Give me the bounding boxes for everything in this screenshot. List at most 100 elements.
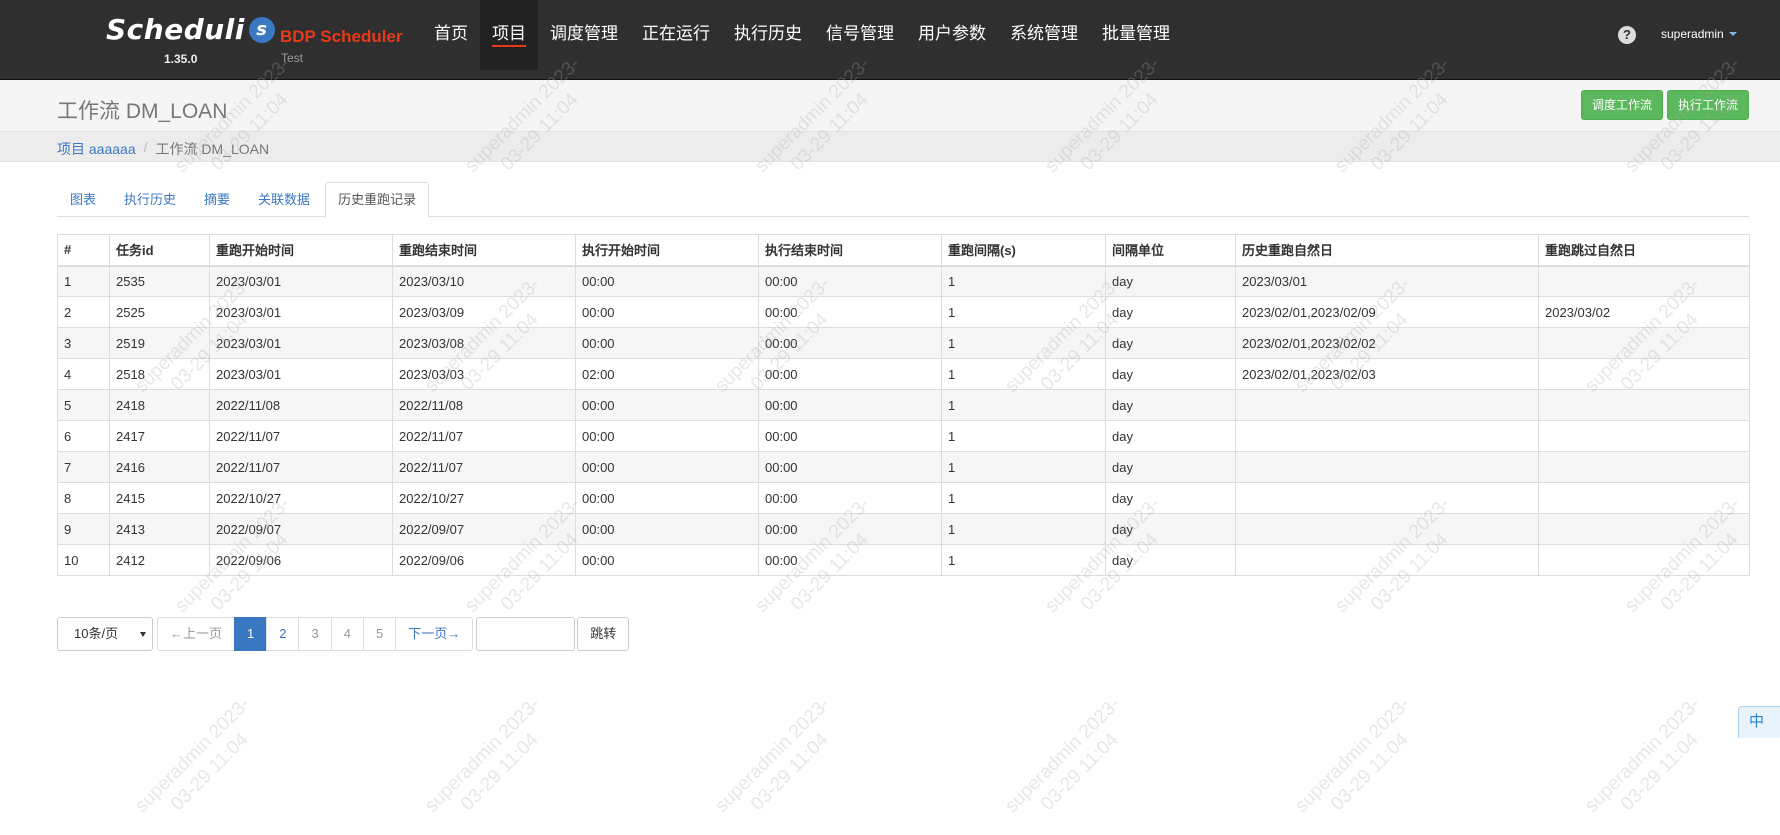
table-cell: 2412 (109, 544, 210, 576)
schedule-flow-button[interactable]: 调度工作流 (1581, 90, 1664, 120)
table-cell: day (1105, 327, 1236, 359)
table-cell: day (1105, 389, 1236, 421)
page-header: 工作流 DM_LOAN (0, 80, 1780, 131)
table-cell: 00:00 (758, 482, 942, 514)
table-cell: 00:00 (758, 389, 942, 421)
table-cell: 2418 (109, 389, 210, 421)
breadcrumb-bar: 项目 aaaaaa / 工作流 DM_LOAN (0, 131, 1780, 162)
flow-tabs: 图表 执行历史 摘要 关联数据 历史重跑记录 (57, 182, 1749, 218)
ime-indicator[interactable]: 中 (1738, 706, 1780, 738)
table-row: 3 2519 2023/03/01 2023/03/08 00:00 00:00 1 day 2… (57, 327, 1750, 359)
table-cell (1235, 513, 1539, 545)
main-nav: 首页 项目 调度管理 正在运行 执行历史 信号管理 用户参数 系统管理 批量管理 (422, 0, 1182, 70)
table-row: 4 2518 2023/03/01 2023/03/03 02:00 00:00 1 day 2… (57, 358, 1750, 390)
column-header[interactable]: 执行结束时间 (758, 234, 942, 267)
table-cell: 2023/02/01,2023/02/03 (1235, 358, 1539, 390)
nav-item[interactable]: 系统管理 (998, 0, 1090, 70)
column-header[interactable]: 重跑开始时间 (209, 234, 393, 267)
nav-item[interactable]: 用户参数 (906, 0, 998, 70)
table-cell: day (1105, 420, 1236, 452)
rerun-history-table: # 任务id 重跑开始时间 重跑结束时间 执行开始时间 执行结束时间 重跑间隔(s) 间隔单位… (57, 234, 1750, 576)
page-link[interactable]: 1 (234, 617, 268, 651)
nav-item[interactable]: 执行历史 (722, 0, 814, 70)
page-link[interactable]: 3 (298, 617, 332, 651)
nav-item[interactable]: 首页 (422, 0, 480, 70)
table-cell (1538, 389, 1750, 421)
table-cell: 2023/03/10 (392, 265, 576, 297)
column-header[interactable]: 间隔单位 (1105, 234, 1236, 267)
table-cell: 00:00 (575, 265, 759, 297)
column-header[interactable]: 任务id (109, 234, 210, 267)
table-cell: 8 (57, 482, 110, 514)
tab[interactable]: 摘要 (191, 182, 243, 217)
page-link[interactable]: 2 (266, 617, 300, 651)
table-cell: 2022/09/06 (209, 544, 393, 576)
nav-item[interactable]: 项目 (480, 0, 538, 70)
table-cell: 2417 (109, 420, 210, 452)
table-cell: 2415 (109, 482, 210, 514)
tab[interactable]: 执行历史 (111, 182, 189, 217)
table-cell: day (1105, 544, 1236, 576)
watermark-line: superadmin 2023- (1581, 693, 1705, 817)
table-cell: day (1105, 513, 1236, 545)
page-size-value: 10条/页 (74, 626, 119, 641)
table-row: 5 2418 2022/11/08 2022/11/08 00:00 00:00 1 day (57, 389, 1750, 421)
nav-item[interactable]: 信号管理 (814, 0, 906, 70)
jump-button[interactable]: 跳转 (577, 617, 630, 651)
user-menu[interactable]: superadmin (1661, 27, 1737, 41)
table-row: 6 2417 2022/11/07 2022/11/07 00:00 00:00 1 day (57, 420, 1750, 452)
table-cell: 1 (941, 513, 1106, 545)
next-page-link[interactable]: 下一页→ (395, 617, 474, 651)
prev-page-link[interactable]: ←上一页 (157, 617, 236, 651)
nav-item-label: 执行历史 (734, 24, 802, 43)
table-row: 2 2525 2023/03/01 2023/03/09 00:00 00:00 1 day 2… (57, 296, 1750, 328)
page-link[interactable]: 4 (330, 617, 364, 651)
column-header[interactable]: 重跑结束时间 (392, 234, 576, 267)
watermark-line: superadmin 2023- (131, 693, 255, 817)
nav-item[interactable]: 批量管理 (1090, 0, 1182, 70)
watermark-text: superadmin 2023- 03-29 11:04 (420, 693, 562, 835)
jump-page-input[interactable] (476, 617, 576, 651)
table-cell: 1 (941, 420, 1106, 452)
table-cell: 2022/10/27 (209, 482, 393, 514)
table-cell: 02:00 (575, 358, 759, 390)
app-logo[interactable]: Scheduli s 1.35.0 (106, 13, 275, 66)
table-cell: 2023/03/02 (1538, 296, 1750, 328)
table-cell: 6 (57, 420, 110, 452)
table-cell: 2518 (109, 358, 210, 390)
table-cell (1235, 420, 1539, 452)
breadcrumb-project-link[interactable]: 项目 aaaaaa (57, 139, 136, 159)
column-header[interactable]: # (57, 234, 110, 267)
table-cell: 1 (941, 389, 1106, 421)
watermark-text: superadmin 2023- 03-29 11:04 (130, 693, 272, 835)
logo-text: Scheduli (106, 13, 245, 46)
watermark-line: 03-29 11:04 (166, 729, 253, 815)
table-cell: 1 (941, 265, 1106, 297)
column-header[interactable]: 重跑跳过自然日 (1538, 234, 1750, 267)
table-cell (1538, 420, 1750, 452)
brand-subtitle: Test (281, 51, 304, 65)
table-cell: 2416 (109, 451, 210, 483)
tab[interactable]: 图表 (57, 182, 109, 217)
column-header[interactable]: 历史重跑自然日 (1235, 234, 1539, 267)
column-header[interactable]: 执行开始时间 (575, 234, 759, 267)
tab[interactable]: 关联数据 (245, 182, 323, 217)
column-header[interactable]: 重跑间隔(s) (941, 234, 1106, 267)
table-cell: 1 (941, 451, 1106, 483)
table-cell: 3 (57, 327, 110, 359)
table-cell: 00:00 (575, 389, 759, 421)
table-cell (1538, 544, 1750, 576)
nav-item[interactable]: 调度管理 (538, 0, 630, 70)
table-cell: 9 (57, 513, 110, 545)
page-size-select[interactable]: 10条/页 (57, 617, 153, 651)
table-cell: 2022/11/07 (209, 451, 393, 483)
nav-item[interactable]: 正在运行 (630, 0, 722, 70)
execute-flow-button[interactable]: 执行工作流 (1667, 90, 1750, 120)
table-cell: 2022/11/07 (209, 420, 393, 452)
table-header-row: # 任务id 重跑开始时间 重跑结束时间 执行开始时间 执行结束时间 重跑间隔(s) 间隔单位… (57, 234, 1750, 267)
tab[interactable]: 历史重跑记录 (325, 182, 430, 218)
page-link[interactable]: 5 (362, 617, 397, 651)
app-version: 1.35.0 (164, 52, 198, 66)
help-icon[interactable]: ? (1618, 26, 1636, 44)
brand-title: BDP Scheduler (280, 27, 403, 46)
